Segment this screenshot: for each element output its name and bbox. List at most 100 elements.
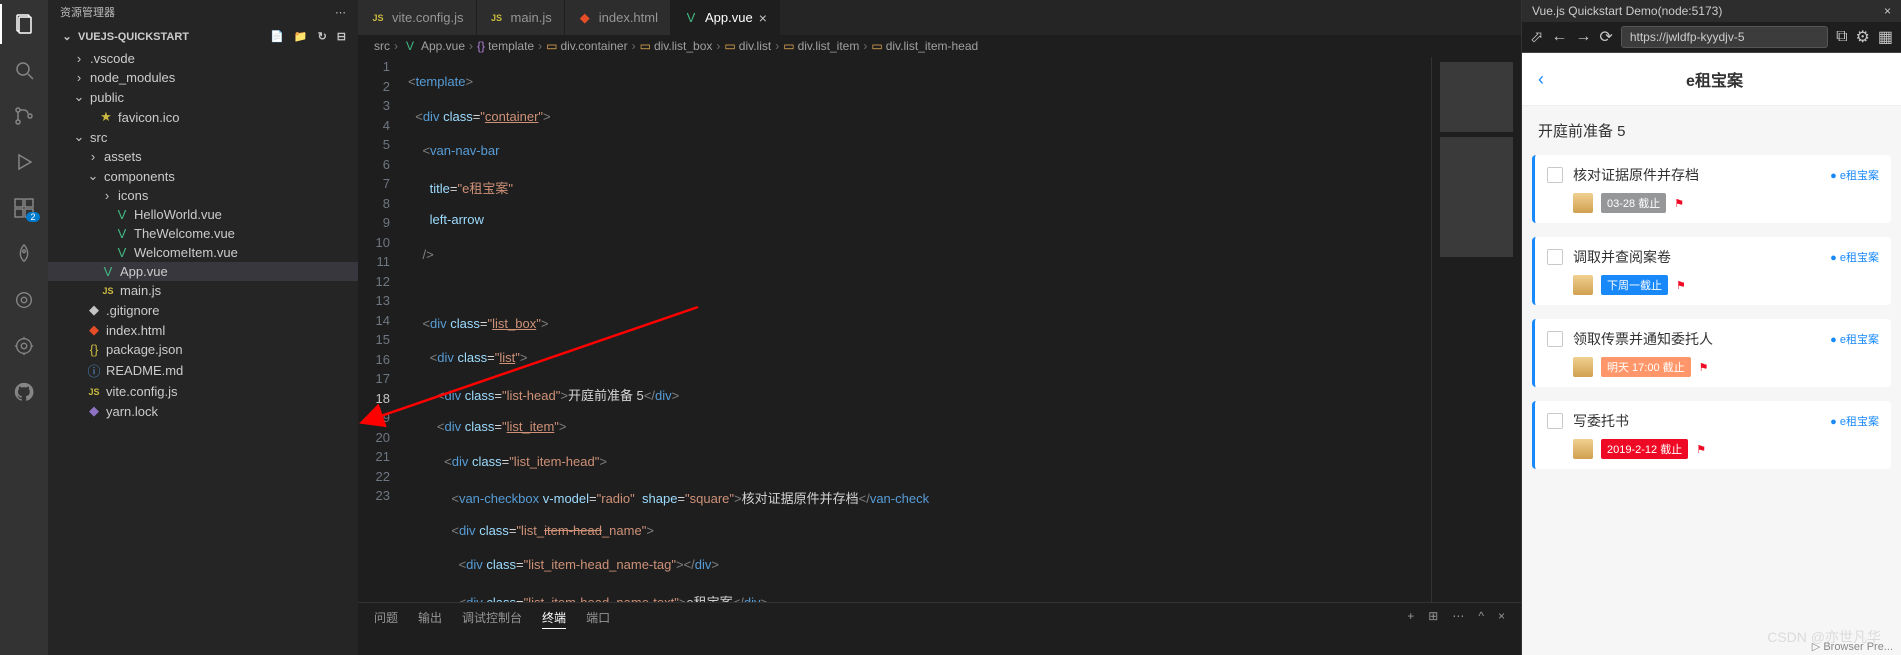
terminal[interactable] bbox=[358, 635, 1521, 655]
close-icon[interactable]: × bbox=[1884, 4, 1891, 18]
checkbox[interactable] bbox=[1547, 413, 1563, 429]
avatar-icon bbox=[1573, 275, 1593, 295]
tree-file[interactable]: ◆yarn.lock bbox=[48, 401, 358, 421]
browser-preview-label: ▷ Browser Pre... bbox=[1812, 640, 1893, 653]
deadline-tag: 下周一截止 bbox=[1601, 275, 1668, 295]
preview-title: e租宝案 bbox=[1544, 67, 1885, 91]
project-name: VUEJS-QUICKSTART bbox=[78, 31, 189, 43]
card-title: 核对证据原件并存档 bbox=[1573, 165, 1699, 185]
breadcrumbs[interactable]: src› VApp.vue› {}template› ▭div.containe… bbox=[358, 35, 1521, 57]
avatar-icon bbox=[1573, 439, 1593, 459]
github-icon[interactable] bbox=[0, 372, 48, 412]
preview-section-title: 开庭前准备 5 bbox=[1522, 106, 1901, 155]
tree-file[interactable]: VWelcomeItem.vue bbox=[48, 243, 358, 262]
minimap[interactable] bbox=[1431, 57, 1521, 602]
panel-tab-problems[interactable]: 问题 bbox=[374, 609, 398, 629]
debug-icon[interactable] bbox=[0, 142, 48, 182]
card-sub: ● e租宝案 bbox=[1830, 331, 1879, 347]
tree-file[interactable]: ★favicon.ico bbox=[48, 107, 358, 127]
terminal-add-icon[interactable]: + bbox=[1407, 609, 1414, 629]
tree-file[interactable]: VTheWelcome.vue bbox=[48, 224, 358, 243]
card-sub: ● e租宝案 bbox=[1830, 413, 1879, 429]
checkbox[interactable] bbox=[1547, 331, 1563, 347]
checkbox[interactable] bbox=[1547, 249, 1563, 265]
panel-tabs: 问题 输出 调试控制台 终端 端口 + ⊞ ⋯ ^ × bbox=[358, 602, 1521, 635]
preview-tab[interactable]: Vue.js Quickstart Demo(node:5173)× bbox=[1522, 0, 1901, 22]
tree-file[interactable]: VHelloWorld.vue bbox=[48, 205, 358, 224]
tab-app[interactable]: VApp.vue× bbox=[671, 0, 780, 35]
sidebar-title: 资源管理器⋯ bbox=[48, 0, 358, 24]
back-icon[interactable]: ← bbox=[1551, 28, 1567, 46]
tree-folder[interactable]: ›icons bbox=[48, 186, 358, 205]
terminal-more-icon[interactable]: ⋯ bbox=[1452, 609, 1464, 629]
terminal-max-icon[interactable]: ^ bbox=[1478, 609, 1484, 629]
new-file-icon[interactable]: 📄 bbox=[270, 30, 284, 43]
deadline-tag: 2019-2-12 截止 bbox=[1601, 439, 1688, 459]
code-content[interactable]: <template> <div class="container"> <van-… bbox=[408, 57, 1431, 602]
open-external-icon[interactable]: ⬀ bbox=[1530, 27, 1543, 47]
tab-bar: JSvite.config.js JSmain.js ◆index.html V… bbox=[358, 0, 1521, 35]
refresh-icon[interactable]: ↻ bbox=[318, 30, 327, 43]
flag-icon: ⚑ bbox=[1674, 197, 1684, 210]
explorer-header[interactable]: ⌄ VUEJS-QUICKSTART 📄 📁 ↻ ⊟ bbox=[48, 24, 358, 49]
card-title: 写委托书 bbox=[1573, 411, 1629, 431]
panel-tab-debug[interactable]: 调试控制台 bbox=[462, 609, 522, 629]
tree-file[interactable]: JSmain.js bbox=[48, 281, 358, 300]
panel-tab-port[interactable]: 端口 bbox=[586, 609, 610, 629]
new-folder-icon[interactable]: 📁 bbox=[294, 30, 308, 43]
panel-tab-terminal[interactable]: 终端 bbox=[542, 609, 566, 629]
panel-tab-output[interactable]: 输出 bbox=[418, 609, 442, 629]
extensions-badge: 2 bbox=[26, 212, 40, 222]
browser-preview: Vue.js Quickstart Demo(node:5173)× ⬀ ← →… bbox=[1521, 0, 1901, 655]
list-item[interactable]: 领取传票并通知委托人 ● e租宝案明天 17:00 截止 ⚑ bbox=[1532, 319, 1891, 387]
url-input[interactable] bbox=[1621, 26, 1828, 48]
settings-icon[interactable] bbox=[0, 326, 48, 366]
editor-area: JSvite.config.js JSmain.js ◆index.html V… bbox=[358, 0, 1521, 655]
rocket-icon[interactable] bbox=[0, 234, 48, 274]
close-icon[interactable]: × bbox=[759, 10, 767, 26]
avatar-icon bbox=[1573, 357, 1593, 377]
tree-file[interactable]: ◆index.html bbox=[48, 320, 358, 340]
avatar-icon bbox=[1573, 193, 1593, 213]
tree-folder[interactable]: ›assets bbox=[48, 147, 358, 166]
terminal-close-icon[interactable]: × bbox=[1498, 609, 1505, 629]
flag-icon: ⚑ bbox=[1699, 361, 1709, 374]
source-control-icon[interactable] bbox=[0, 96, 48, 136]
extensions-icon[interactable]: 2 bbox=[0, 188, 48, 228]
forward-icon[interactable]: → bbox=[1575, 28, 1591, 46]
preview-toolbar: ⬀ ← → ⟳ ⧉ ⚙ ▦ bbox=[1522, 22, 1901, 53]
deadline-tag: 明天 17:00 截止 bbox=[1601, 357, 1691, 377]
tree-file-active[interactable]: VApp.vue bbox=[48, 262, 358, 281]
list-item[interactable]: 核对证据原件并存档● e租宝案03-28 截止⚑ bbox=[1532, 155, 1891, 223]
tree-folder[interactable]: ›.vscode bbox=[48, 49, 358, 68]
tree-file[interactable]: JSvite.config.js bbox=[48, 382, 358, 401]
explorer-icon[interactable] bbox=[0, 4, 48, 44]
preview-content[interactable]: ‹ e租宝案 开庭前准备 5 核对证据原件并存档● e租宝案03-28 截止⚑调… bbox=[1522, 53, 1901, 655]
line-gutter: 1234567891011121314151617181920212223 bbox=[358, 57, 408, 602]
tree-folder[interactable]: ›node_modules bbox=[48, 68, 358, 87]
tree-folder[interactable]: ⌄src bbox=[48, 127, 358, 147]
tree-file[interactable]: ◆.gitignore bbox=[48, 300, 358, 320]
sidebar: 资源管理器⋯ ⌄ VUEJS-QUICKSTART 📄 📁 ↻ ⊟ ›.vsco… bbox=[48, 0, 358, 655]
card-title: 领取传票并通知委托人 bbox=[1573, 329, 1713, 349]
list-item[interactable]: 调取并查阅案卷● e租宝案下周一截止⚑ bbox=[1532, 237, 1891, 305]
tab-vite[interactable]: JSvite.config.js bbox=[358, 0, 477, 35]
tab-index[interactable]: ◆index.html bbox=[565, 0, 671, 35]
tree-folder[interactable]: ⌄public bbox=[48, 87, 358, 107]
reload-icon[interactable]: ⟳ bbox=[1599, 27, 1612, 47]
collapse-icon[interactable]: ⊟ bbox=[337, 30, 346, 43]
list-item[interactable]: 写委托书 ● e租宝案 2019-2-12 截止 ⚑ bbox=[1532, 401, 1891, 469]
checkbox[interactable] bbox=[1547, 167, 1563, 183]
search-icon[interactable] bbox=[0, 50, 48, 90]
tree-folder[interactable]: ⌄components bbox=[48, 166, 358, 186]
tree-file[interactable]: ⓘREADME.md bbox=[48, 359, 358, 382]
remote-icon[interactable] bbox=[0, 280, 48, 320]
terminal-split-icon[interactable]: ⊞ bbox=[1428, 609, 1438, 629]
tree-file[interactable]: {}package.json bbox=[48, 340, 358, 359]
code-editor[interactable]: 1234567891011121314151617181920212223 <t… bbox=[358, 57, 1521, 602]
flag-icon: ⚑ bbox=[1696, 443, 1706, 456]
device-icon[interactable]: ⧉ bbox=[1836, 28, 1847, 46]
devtools-icon[interactable]: ⚙ bbox=[1856, 27, 1870, 47]
tab-main[interactable]: JSmain.js bbox=[477, 0, 565, 35]
qr-icon[interactable]: ▦ bbox=[1878, 27, 1893, 47]
